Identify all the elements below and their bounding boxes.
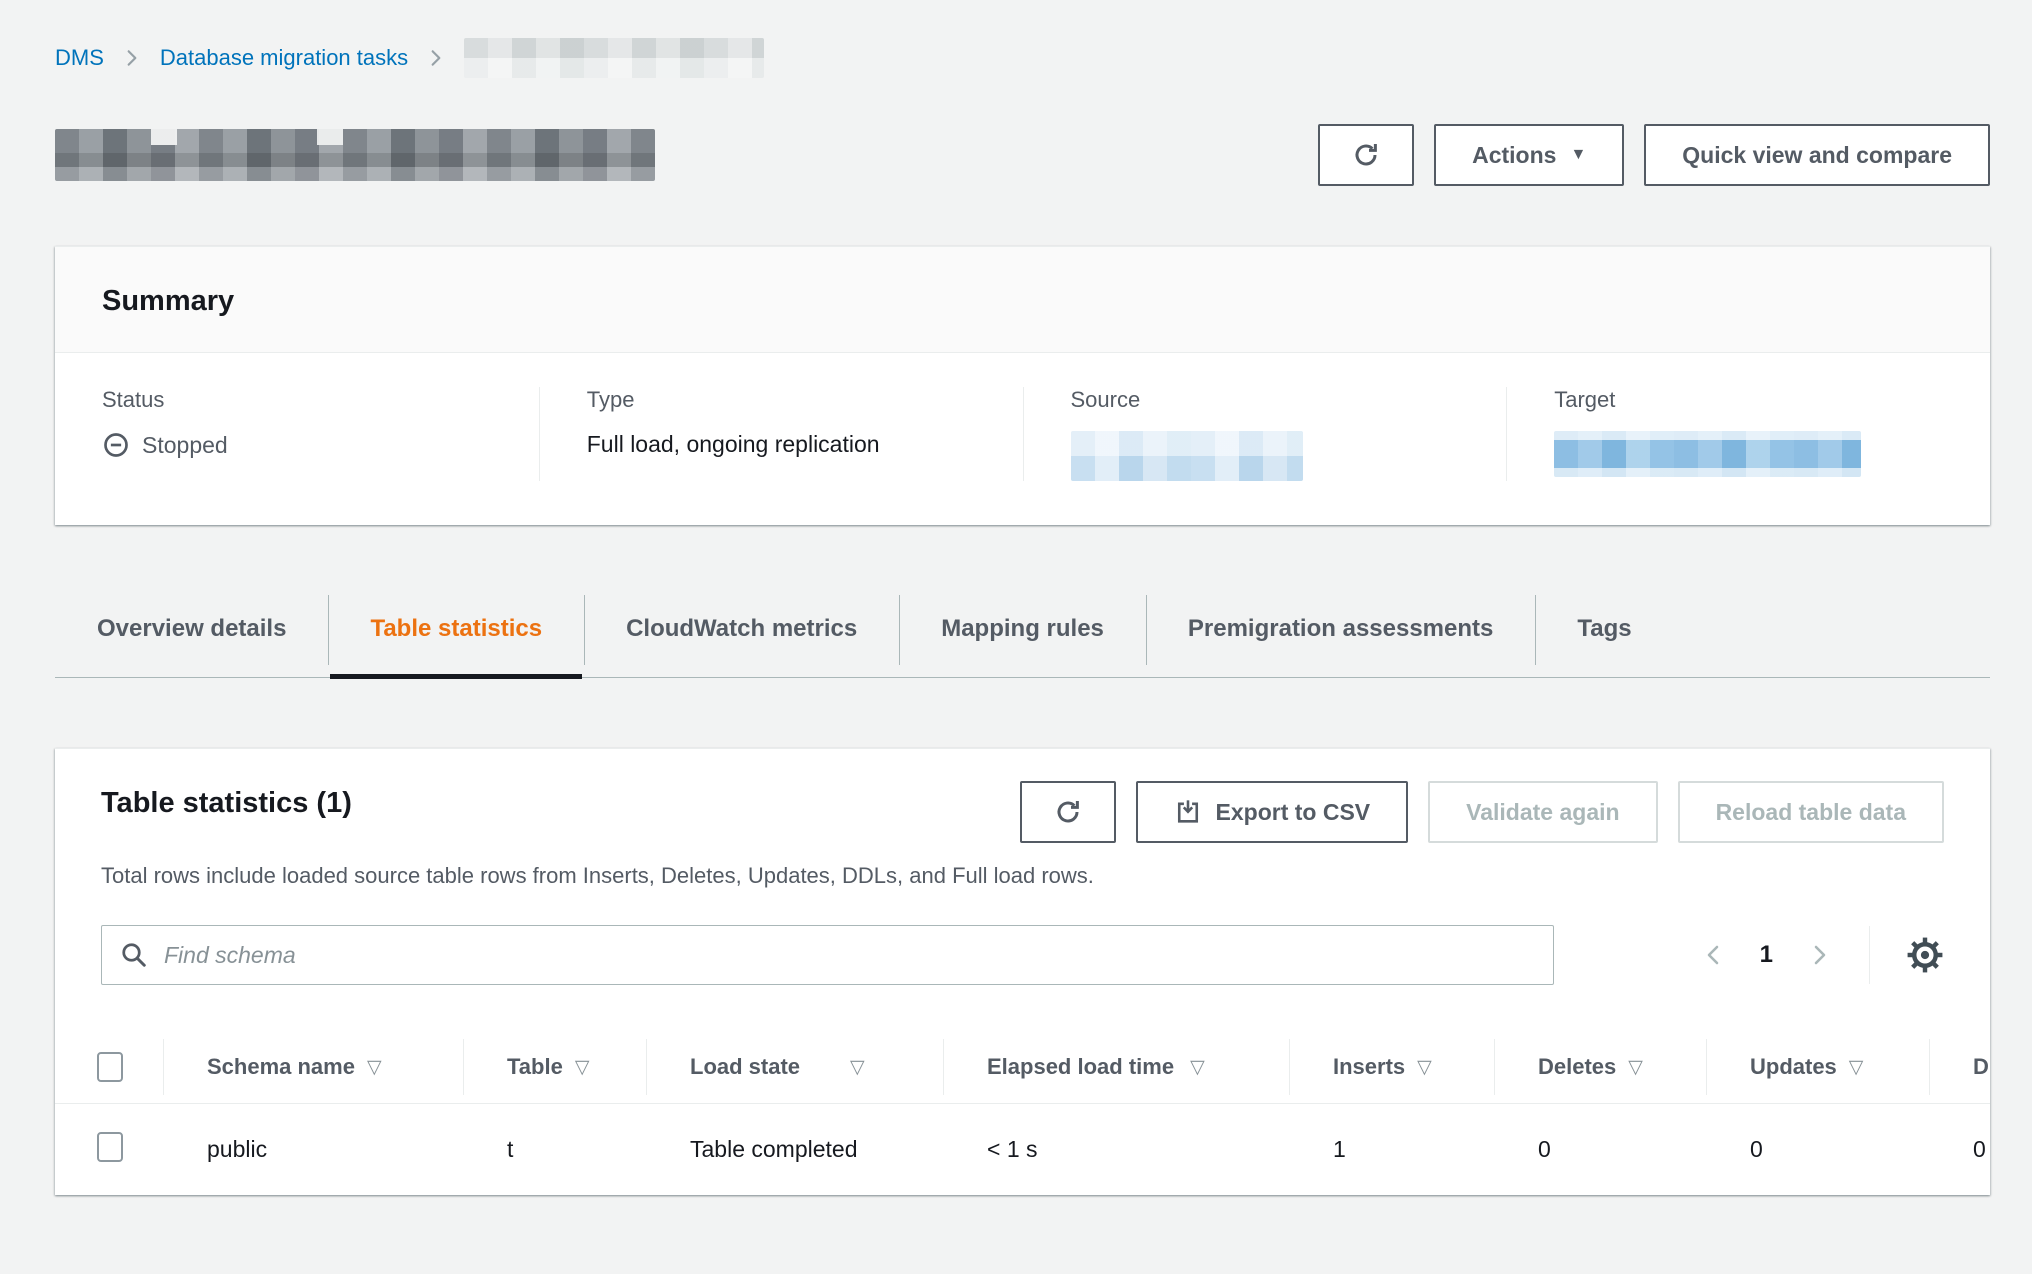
quick-view-compare-button[interactable]: Quick view and compare: [1644, 124, 1990, 186]
select-all-checkbox[interactable]: [97, 1052, 123, 1082]
caret-down-icon: ▼: [1570, 146, 1586, 164]
breadcrumb-link-tasks[interactable]: Database migration tasks: [160, 45, 408, 71]
sort-icon: ▽: [850, 1056, 865, 1079]
dms-task-page: DMS Database migration tasks Actions ▼ Q…: [0, 0, 2032, 1274]
column-header-updates[interactable]: Updates ▽: [1706, 1031, 1929, 1103]
tab-bar: Overview details Table statistics CloudW…: [55, 589, 1990, 678]
column-header-elapsed-load-time[interactable]: Elapsed load time ▽: [943, 1031, 1289, 1103]
export-to-csv-button[interactable]: Export to CSV: [1136, 781, 1409, 843]
table-statistics-toolbar: Export to CSV Validate again Reload tabl…: [1020, 781, 1944, 843]
table-statistics-title: Table statistics (1): [101, 787, 352, 820]
sort-icon: ▽: [1849, 1056, 1864, 1079]
search-icon: [119, 940, 149, 970]
sort-icon: ▽: [367, 1056, 382, 1079]
cell-ddls: 0: [1929, 1136, 1990, 1163]
column-header-table[interactable]: Table ▽: [463, 1031, 646, 1103]
cell-inserts: 1: [1289, 1136, 1494, 1163]
column-header-inserts[interactable]: Inserts ▽: [1289, 1031, 1494, 1103]
actions-button[interactable]: Actions ▼: [1434, 124, 1624, 186]
refresh-icon: [1351, 140, 1381, 170]
actions-button-label: Actions: [1472, 142, 1556, 169]
summary-body: Status Stopped Type Full load, ongoing r…: [55, 353, 1990, 525]
tab-table-statistics[interactable]: Table statistics: [328, 589, 584, 677]
gear-icon[interactable]: [1906, 936, 1944, 974]
table-row: public t Table completed < 1 s 1 0 0 0: [55, 1104, 1990, 1195]
source-label: Source: [1071, 387, 1507, 413]
cell-schema-name: public: [163, 1136, 463, 1163]
sort-icon: ▽: [1628, 1056, 1643, 1079]
breadcrumb: DMS Database migration tasks: [0, 0, 2032, 78]
column-header-ddls[interactable]: DDLs ▽: [1929, 1031, 1990, 1103]
refresh-icon: [1053, 797, 1083, 827]
row-checkbox-cell: [55, 1132, 163, 1168]
summary-header: Summary: [55, 247, 1990, 353]
current-page-number[interactable]: 1: [1760, 941, 1773, 969]
page-header: Actions ▼ Quick view and compare: [55, 124, 1990, 186]
summary-title: Summary: [102, 285, 1943, 318]
breadcrumb-link-dms[interactable]: DMS: [55, 45, 104, 71]
cell-updates: 0: [1706, 1136, 1929, 1163]
summary-field-type: Type Full load, ongoing replication: [539, 387, 1023, 481]
search-input[interactable]: [101, 925, 1554, 985]
filter-row: 1: [101, 925, 1944, 985]
statistics-table: Schema name ▽ Table ▽ Load state ▽ Elaps…: [55, 1031, 1990, 1195]
column-header-schema-name[interactable]: Schema name ▽: [163, 1031, 463, 1103]
status-value: Stopped: [142, 432, 228, 459]
target-endpoint-link-redacted[interactable]: [1554, 431, 1861, 477]
refresh-button[interactable]: [1318, 124, 1414, 186]
summary-field-status: Status Stopped: [55, 387, 539, 481]
table-statistics-panel: Table statistics (1) Export to CSV Valid…: [55, 748, 1990, 1195]
chevron-right-icon: [122, 48, 142, 68]
cell-elapsed-load-time: < 1 s: [943, 1136, 1289, 1163]
tab-mapping-rules[interactable]: Mapping rules: [899, 589, 1146, 677]
status-label: Status: [102, 387, 539, 413]
cell-load-state: Table completed: [646, 1136, 943, 1163]
pagination-divider: [1869, 926, 1870, 984]
sort-icon: ▽: [575, 1056, 590, 1079]
next-page-button[interactable]: [1807, 943, 1831, 967]
summary-field-source: Source: [1023, 387, 1507, 481]
export-icon: [1174, 798, 1202, 826]
export-label: Export to CSV: [1216, 799, 1371, 826]
column-header-load-state[interactable]: Load state ▽: [646, 1031, 943, 1103]
table-statistics-description: Total rows include loaded source table r…: [101, 863, 1944, 889]
column-header-deletes[interactable]: Deletes ▽: [1494, 1031, 1706, 1103]
summary-panel: Summary Status Stopped Type Full load, o…: [55, 246, 1990, 525]
reload-table-data-button[interactable]: Reload table data: [1678, 781, 1944, 843]
schema-search: [101, 925, 1554, 985]
tab-premigration-assessments[interactable]: Premigration assessments: [1146, 589, 1535, 677]
cell-table: t: [463, 1136, 646, 1163]
target-label: Target: [1554, 387, 1990, 413]
validate-label: Validate again: [1466, 799, 1619, 826]
sort-icon: ▽: [1417, 1056, 1432, 1079]
tab-tags[interactable]: Tags: [1535, 589, 1673, 677]
pagination: 1: [1702, 926, 1944, 984]
type-value: Full load, ongoing replication: [587, 431, 880, 458]
source-endpoint-link-redacted[interactable]: [1071, 431, 1303, 481]
tab-overview-details[interactable]: Overview details: [55, 589, 328, 677]
stopped-icon: [102, 431, 130, 459]
header-actions: Actions ▼ Quick view and compare: [1318, 124, 1990, 186]
chevron-right-icon: [426, 48, 446, 68]
tab-cloudwatch-metrics[interactable]: CloudWatch metrics: [584, 589, 899, 677]
task-name-redacted: [55, 129, 655, 181]
previous-page-button[interactable]: [1702, 943, 1726, 967]
sort-icon: ▽: [1190, 1056, 1205, 1079]
table-refresh-button[interactable]: [1020, 781, 1116, 843]
summary-field-target: Target: [1506, 387, 1990, 481]
type-label: Type: [587, 387, 1023, 413]
reload-label: Reload table data: [1716, 799, 1906, 826]
quick-view-label: Quick view and compare: [1682, 142, 1952, 169]
cell-deletes: 0: [1494, 1136, 1706, 1163]
breadcrumb-current-redacted: [464, 38, 764, 78]
row-checkbox[interactable]: [97, 1132, 123, 1162]
validate-again-button[interactable]: Validate again: [1428, 781, 1657, 843]
select-all-checkbox-cell: [55, 1031, 163, 1103]
table-header-row: Schema name ▽ Table ▽ Load state ▽ Elaps…: [55, 1031, 1990, 1104]
